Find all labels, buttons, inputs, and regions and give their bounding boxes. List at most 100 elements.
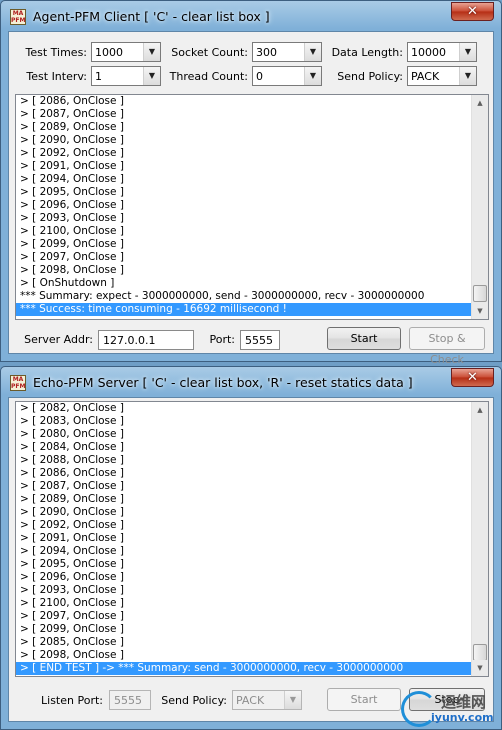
list-item[interactable]: > [ 2097, OnClose ] [16, 251, 471, 264]
thread-count-label: Thread Count: [169, 70, 248, 83]
chevron-down-icon[interactable]: ▼ [143, 43, 160, 61]
client-window: MA PFM Agent-PFM Client [ 'C' - clear lis… [0, 0, 502, 366]
server-titlebar[interactable]: MA PFM Echo-PFM Server [ 'C' - clear list… [1, 367, 501, 397]
server-addr-value: 127.0.0.1 [103, 334, 156, 347]
list-item[interactable]: *** Summary: expect - 3000000000, send -… [16, 290, 471, 303]
list-item[interactable]: > [ 2094, OnClose ] [16, 173, 471, 186]
vertical-scrollbar[interactable]: ▲ ▼ [471, 402, 488, 676]
server-log-rows: > [ 2082, OnClose ] > [ 2083, OnClose ] > … [16, 402, 471, 676]
scroll-up-icon[interactable]: ▲ [472, 95, 488, 111]
close-icon[interactable]: ✕ [451, 2, 494, 21]
list-item[interactable]: > [ 2085, OnClose ] [16, 636, 471, 649]
chevron-down-icon[interactable]: ▼ [304, 43, 321, 61]
watermark-url-text: iyunv.com [431, 711, 494, 724]
data-length-value: 10000 [411, 46, 446, 59]
stop-check-button[interactable]: Stop & Check [409, 327, 485, 366]
chevron-down-icon[interactable]: ▼ [143, 67, 160, 85]
port-value: 5555 [245, 334, 273, 347]
client-titlebar[interactable]: MA PFM Agent-PFM Client [ 'C' - clear lis… [1, 1, 501, 31]
scrollbar-thumb[interactable] [473, 285, 487, 302]
server-window: MA PFM Echo-PFM Server [ 'C' - clear list… [0, 366, 502, 730]
list-item[interactable]: > [ 2093, OnClose ] [16, 212, 471, 225]
send-policy-combo[interactable]: PACK ▼ [232, 690, 302, 710]
client-log-rows: > [ 2086, OnClose ] > [ 2087, OnClose ] > … [16, 95, 471, 319]
send-policy-value: PACK [411, 70, 440, 83]
list-item[interactable]: > [ 2097, OnClose ] [16, 610, 471, 623]
list-item[interactable]: > [ 2095, OnClose ] [16, 186, 471, 199]
test-times-label: Test Times: [25, 46, 87, 59]
list-item[interactable]: > [ 2087, OnClose ] [16, 108, 471, 121]
scroll-down-icon[interactable]: ▼ [472, 303, 488, 319]
list-item[interactable]: > [ 2095, OnClose ] [16, 558, 471, 571]
chevron-down-icon[interactable]: ▼ [459, 43, 476, 61]
list-item[interactable]: > [ 2093, OnClose ] [16, 584, 471, 597]
socket-count-combo[interactable]: 300 ▼ [252, 42, 322, 62]
server-panel: > [ 2082, OnClose ] > [ 2083, OnClose ] > … [8, 397, 494, 722]
data-length-label: Data Length: [331, 46, 403, 59]
client-panel: Test Times: 1000 ▼ Socket Count: 300 ▼ D… [8, 31, 494, 366]
list-item[interactable]: > [ 2092, OnClose ] [16, 147, 471, 160]
port-input[interactable]: 5555 [240, 330, 280, 350]
watermark-cn-text: 运维网 [441, 693, 487, 711]
data-length-combo[interactable]: 10000 ▼ [407, 42, 477, 62]
server-log-listbox[interactable]: > [ 2082, OnClose ] > [ 2083, OnClose ] > … [15, 401, 489, 677]
list-item[interactable]: *** Success: time consuming - 16692 mill… [16, 303, 471, 316]
client-log-listbox[interactable]: > [ 2086, OnClose ] > [ 2087, OnClose ] > … [15, 94, 489, 320]
chevron-down-icon[interactable]: ▼ [459, 67, 476, 85]
list-item[interactable]: > [ 2086, OnClose ] [16, 467, 471, 480]
list-item[interactable]: > [ 2100, OnClose ] [16, 597, 471, 610]
start-button[interactable]: Start [327, 327, 401, 350]
server-window-title: Echo-PFM Server [ 'C' - clear list box, … [33, 375, 413, 390]
list-item[interactable]: > [ 2098, OnClose ] [16, 264, 471, 277]
list-item[interactable]: > [ 2099, OnClose ] [16, 623, 471, 636]
list-item[interactable]: > [ 2083, OnClose ] [16, 415, 471, 428]
listen-port-label: Listen Port: [41, 694, 103, 707]
scrollbar-thumb[interactable] [473, 644, 487, 661]
send-policy-label: Send Policy: [337, 70, 403, 83]
list-item[interactable]: > [ 2089, OnClose ] [16, 493, 471, 506]
close-icon[interactable]: ✕ [451, 368, 494, 387]
list-item[interactable]: > [ 2090, OnClose ] [16, 506, 471, 519]
send-policy-combo[interactable]: PACK ▼ [407, 66, 477, 86]
list-item[interactable]: > [ 2086, OnClose ] [16, 95, 471, 108]
app-icon: MA PFM [10, 9, 26, 25]
listen-port-value: 5555 [114, 694, 142, 707]
watermark-logo: 运维网 iyunv.com [401, 691, 497, 727]
list-item[interactable]: > [ 2099, OnClose ] [16, 238, 471, 251]
list-item[interactable]: > [ OnShutdown ] [16, 277, 471, 290]
list-item[interactable]: > [ 2080, OnClose ] [16, 428, 471, 441]
test-interv-combo[interactable]: 1 ▼ [91, 66, 161, 86]
list-item[interactable]: > [ 2092, OnClose ] [16, 519, 471, 532]
list-item[interactable]: > [ 2096, OnClose ] [16, 199, 471, 212]
chevron-down-icon[interactable]: ▼ [304, 67, 321, 85]
list-item[interactable]: > [ 2088, OnClose ] [16, 454, 471, 467]
list-item[interactable]: > [ 2091, OnClose ] [16, 160, 471, 173]
list-item[interactable]: > [ 2082, OnClose ] [16, 402, 471, 415]
server-addr-input[interactable]: 127.0.0.1 [98, 330, 194, 350]
test-interv-label: Test Interv: [26, 70, 87, 83]
start-button[interactable]: Start [327, 688, 401, 711]
list-item[interactable]: > [ END TEST ] -> *** Summary: send - 30… [16, 662, 471, 675]
list-item[interactable]: > [ 2098, OnClose ] [16, 649, 471, 662]
scroll-up-icon[interactable]: ▲ [472, 402, 488, 418]
test-times-combo[interactable]: 1000 ▼ [91, 42, 161, 62]
test-interv-value: 1 [95, 70, 102, 83]
server-addr-label: Server Addr: [24, 333, 93, 346]
list-item[interactable]: > [ 2094, OnClose ] [16, 545, 471, 558]
list-item[interactable]: > [ 2089, OnClose ] [16, 121, 471, 134]
vertical-scrollbar[interactable]: ▲ ▼ [471, 95, 488, 319]
list-item[interactable]: > [ 2096, OnClose ] [16, 571, 471, 584]
list-item[interactable]: > [ 2090, OnClose ] [16, 134, 471, 147]
list-item[interactable]: > [ 2091, OnClose ] [16, 532, 471, 545]
list-item[interactable]: > [ 2087, OnClose ] [16, 480, 471, 493]
thread-count-combo[interactable]: 0 ▼ [252, 66, 322, 86]
scroll-down-icon[interactable]: ▼ [472, 660, 488, 676]
port-label: Port: [209, 333, 235, 346]
chevron-down-icon[interactable]: ▼ [284, 691, 301, 709]
list-item[interactable]: > [ 2084, OnClose ] [16, 441, 471, 454]
listen-port-input[interactable]: 5555 [109, 690, 151, 710]
socket-count-value: 300 [256, 46, 277, 59]
socket-count-label: Socket Count: [171, 46, 248, 59]
list-item[interactable]: > [ 2100, OnClose ] [16, 225, 471, 238]
thread-count-value: 0 [256, 70, 263, 83]
